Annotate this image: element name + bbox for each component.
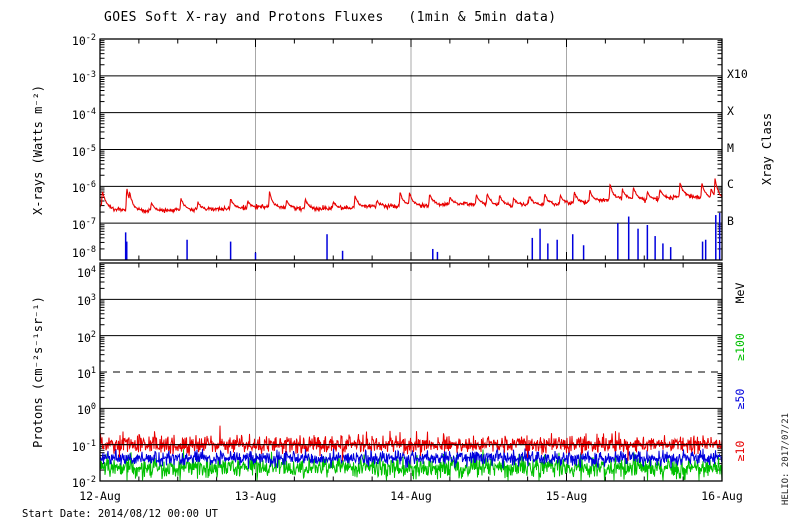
proton-ytick-label: 10-1 — [71, 438, 96, 454]
proton-energy-label: ≥10 — [733, 440, 747, 462]
x-tick-label: 16-Aug — [701, 489, 743, 503]
xray-ytick-label: 10-7 — [71, 217, 96, 232]
xray-ytick-label: 10-2 — [71, 33, 96, 48]
xray-ytick-label: 10-8 — [71, 245, 96, 260]
proton-ytick-label: 104 — [77, 265, 96, 280]
x-tick-label: 12-Aug — [79, 489, 121, 503]
goes-flux-chart: GOES Soft X-ray and Protons Fluxes (1min… — [0, 0, 800, 530]
xray-ytick-label: 10-3 — [71, 69, 96, 85]
x-tick-label: 15-Aug — [545, 489, 588, 503]
xray-ytick-label: 10-4 — [71, 106, 96, 122]
xray-class-label: C — [727, 177, 734, 192]
xray-ytick-label: 10-5 — [71, 143, 96, 159]
xray-class-label: X — [727, 103, 734, 118]
xray-class-label: B — [727, 214, 734, 229]
plot-canvas — [99, 38, 723, 482]
x-tick-label: 13-Aug — [234, 489, 277, 503]
xray-class-label: M — [727, 140, 734, 155]
proton-ytick-label: 10-2 — [71, 475, 96, 490]
proton-ytick-label: 102 — [77, 329, 96, 345]
proton-ytick-label: 101 — [77, 366, 96, 381]
proton-ytick-label: 103 — [77, 293, 96, 309]
x-tick-label: 14-Aug — [390, 489, 432, 503]
proton-energy-label: ≥50 — [733, 388, 747, 410]
xray-class-label: X10 — [727, 66, 748, 81]
xray-ytick-label: 10-6 — [71, 180, 96, 196]
proton-ytick-label: 100 — [77, 402, 96, 418]
proton-energy-label: ≥100 — [733, 333, 747, 361]
